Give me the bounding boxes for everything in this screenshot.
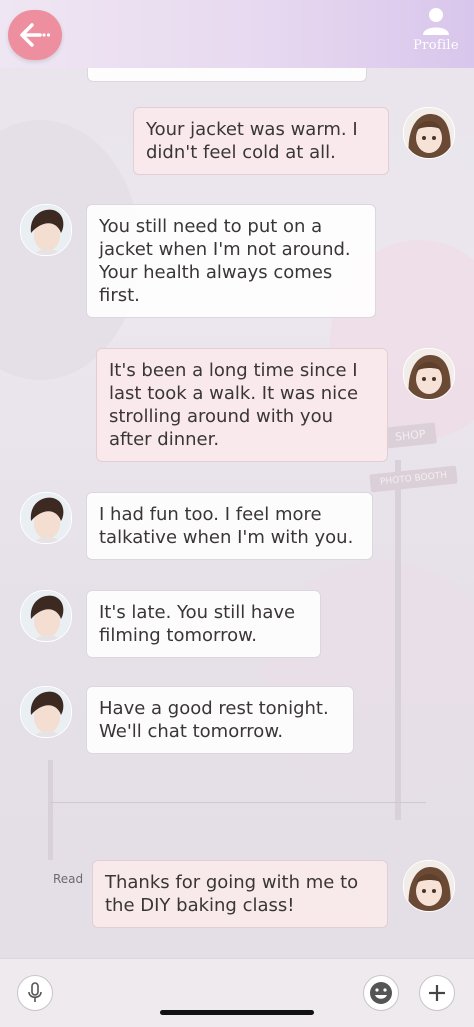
input-bar — [0, 958, 474, 1027]
contact-avatar[interactable] — [20, 204, 72, 256]
divider — [50, 802, 426, 803]
message-bubble: I had fun too. I feel more talkative whe… — [86, 492, 373, 560]
microphone-icon — [28, 982, 42, 1002]
message-bubble — [87, 68, 367, 82]
message-bubble: Have a good rest tonight. We'll chat tom… — [86, 686, 354, 754]
back-button[interactable] — [8, 10, 62, 60]
message-bubble: You still need to put on a jacket when I… — [86, 204, 376, 318]
voice-input-button[interactable] — [17, 975, 53, 1011]
plus-icon — [429, 985, 445, 1001]
read-status: Read — [53, 872, 84, 886]
emoji-button[interactable] — [363, 975, 399, 1011]
profile-icon — [423, 8, 449, 35]
back-arrow-icon — [20, 23, 51, 47]
add-attachment-button[interactable] — [419, 975, 455, 1011]
message-bubble: It's late. You still have filming tomorr… — [86, 590, 321, 658]
contact-avatar[interactable] — [20, 492, 72, 544]
message-bubble: It's been a long time since I last took … — [96, 348, 388, 462]
home-indicator — [160, 1010, 314, 1015]
user-avatar[interactable] — [403, 107, 455, 159]
contact-avatar[interactable] — [20, 686, 72, 738]
contact-avatar[interactable] — [20, 590, 72, 642]
chat-header: Profile — [0, 0, 474, 68]
profile-label: Profile — [413, 38, 459, 53]
user-avatar[interactable] — [403, 860, 455, 912]
message-bubble: Thanks for going with me to the DIY baki… — [92, 860, 388, 928]
profile-button[interactable]: Profile — [408, 6, 464, 62]
emoji-icon — [370, 982, 392, 1004]
message-bubble: Your jacket was warm. I didn't feel cold… — [133, 107, 389, 175]
user-avatar[interactable] — [403, 348, 455, 400]
chat-area[interactable]: Your jacket was warm. I didn't feel cold… — [0, 68, 474, 958]
